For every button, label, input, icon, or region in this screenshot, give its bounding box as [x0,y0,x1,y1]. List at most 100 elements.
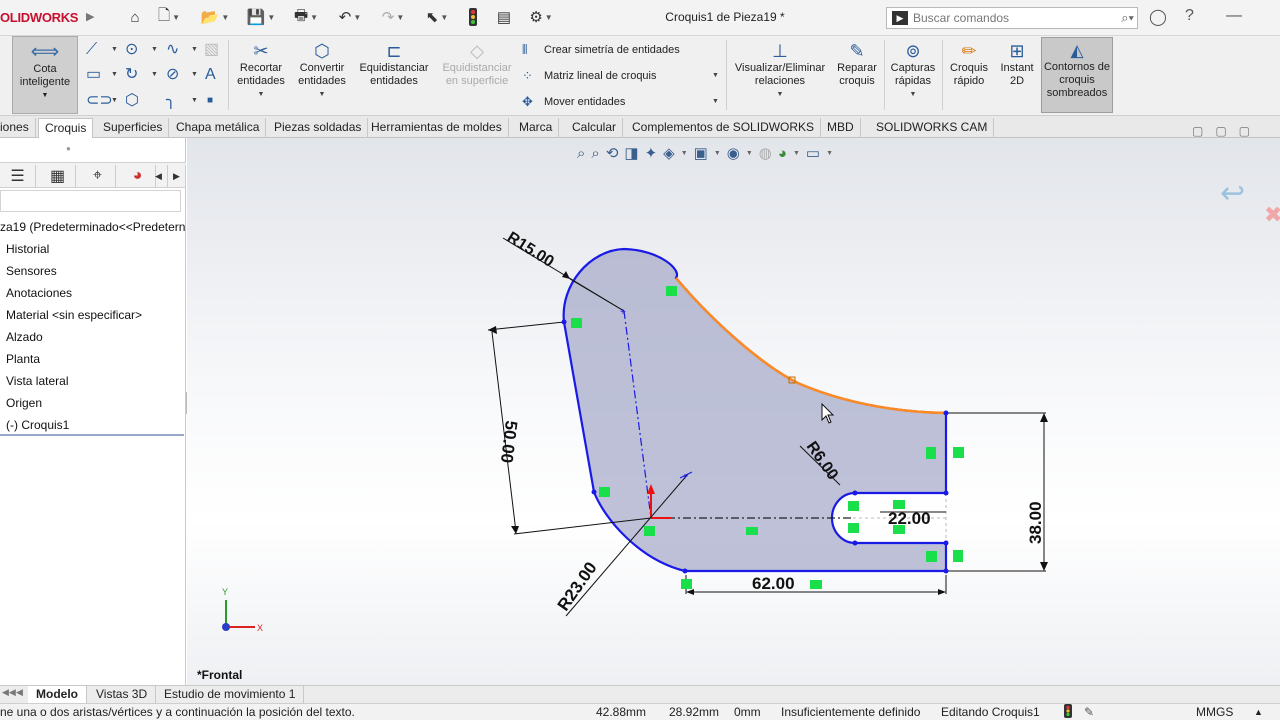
feature-tree-tab-icon[interactable]: ☰ [0,165,36,187]
tree-item-sensores[interactable]: Sensores [6,264,57,278]
redo-icon[interactable]: ↷ ▼ [376,6,410,28]
tree-item-origen[interactable]: Origen [6,396,42,410]
tree-item-vista-lateral[interactable]: Vista lateral [6,374,68,388]
tab-modelo[interactable]: Modelo [28,686,87,703]
tab-piezas-soldadas[interactable]: Piezas soldadas [268,118,369,138]
property-manager-tab-icon[interactable]: ▦ [40,165,76,187]
dynamic-annotation-icon[interactable]: ✦ [645,144,658,162]
user-account-icon[interactable]: ◯ [1149,7,1167,27]
edit-sketch-icon[interactable]: ✎ [1084,704,1094,720]
view-settings-icon[interactable]: ▭ [806,144,820,162]
confirmation-corner-icon[interactable]: ↩ [1220,176,1245,211]
tree-item-historial[interactable]: Historial [6,242,49,256]
chevron-down-icon[interactable]: ▼ [191,97,198,104]
tab-mbd[interactable]: MBD [821,118,861,138]
shaded-sketch-contours-button[interactable]: ◭ Contornos de croquis sombreados [1041,37,1113,113]
unit-system[interactable]: MMGS [1196,704,1233,720]
panel-grip-icon[interactable]: ● [66,144,71,153]
section-view-icon[interactable]: ◨ [624,144,638,162]
command-search[interactable]: ▶ Buscar comandos ⌕▾ [886,7,1138,29]
tree-item-anotaciones[interactable]: Anotaciones [6,286,72,300]
viewport-controls[interactable]: ▢▢▢ [1192,124,1262,138]
tree-root[interactable]: za19 (Predeterminado<<Predetern [0,220,185,234]
apply-scene-icon[interactable]: ◕ [778,145,787,162]
rebuild-status-icon[interactable] [1064,704,1072,720]
chevron-down-icon[interactable]: ▼ [793,150,800,157]
offset-surface-button[interactable]: ◇ Equidistanciar en superficie [438,40,516,88]
chevron-down-icon[interactable]: ▼ [111,71,118,78]
previous-view-icon[interactable]: ⟲ [606,144,619,162]
zoom-to-fit-icon[interactable]: ⌕ [577,145,585,162]
first-tab-icon[interactable]: ◀◀ [2,687,16,698]
point-icon[interactable]: ■ [207,93,213,109]
chevron-down-icon[interactable]: ▼ [712,98,719,105]
dimension-r15[interactable]: R15.00 [504,229,557,271]
sketch-canvas[interactable]: R15.00 50.00 R23.00 R6.00 22.00 38.00 62… [187,138,1280,685]
ellipse-icon[interactable]: ⊘ [166,67,179,83]
chevron-down-icon[interactable]: ▼ [826,150,833,157]
tab-estudio-movimiento[interactable]: Estudio de movimiento 1 [156,686,305,703]
chevron-down-icon[interactable]: ▼ [714,150,721,157]
select-icon[interactable]: ⬉ ▼ [420,6,454,28]
cancel-sketch-icon[interactable]: ✖ [1264,202,1280,228]
tree-item-planta[interactable]: Planta [6,352,40,366]
chevron-down-icon[interactable]: ▼ [13,89,77,102]
surface-spline-icon[interactable]: ▧ [204,42,219,58]
move-entities-button[interactable]: ✥ Mover entidades [522,94,625,110]
arc-icon[interactable]: ↻ [125,67,138,83]
prev-tab-icon[interactable]: ◀ [16,687,23,698]
chevron-down-icon[interactable]: ▼ [294,88,350,101]
mirror-entities-button[interactable]: ⫴ Crear simetría de entidades [522,42,680,58]
chevron-down-icon[interactable]: ▼ [111,97,118,104]
circle-icon[interactable]: ⊙ [125,42,138,58]
smart-dimension-button[interactable]: ⟺ Cota inteligente ▼ [12,36,78,114]
tree-item-croquis1[interactable]: (-) Croquis1 [6,418,69,432]
scroll-left-icon[interactable]: ◀ [150,165,168,187]
view-orientation-icon[interactable]: ◈ [663,144,675,162]
tree-rollback-bar[interactable] [0,434,184,436]
chevron-down-icon[interactable]: ▼ [191,46,198,53]
edit-appearance-icon[interactable]: ◍ [759,144,772,162]
graphics-area[interactable]: R15.00 50.00 R23.00 R6.00 22.00 38.00 62… [187,138,1280,685]
dimension-r23[interactable]: R23.00 [554,558,601,614]
file-properties-icon[interactable]: ▤ [494,6,514,28]
rapid-sketch-button[interactable]: ✏ Croquis rápido [946,40,992,88]
unit-dropdown-icon[interactable]: ▲ [1254,704,1263,720]
tab-croquis[interactable]: Croquis [38,118,94,138]
chevron-down-icon[interactable]: ▼ [191,71,198,78]
chevron-down-icon[interactable]: ▼ [712,72,719,79]
instant2d-button[interactable]: ⊞ Instant 2D [996,40,1038,88]
menu-expand-icon[interactable]: ▶ [86,10,94,23]
search-input[interactable]: Buscar comandos [913,11,1121,25]
dimension-62[interactable]: 62.00 [752,574,795,593]
tree-item-alzado[interactable]: Alzado [6,330,43,344]
tab-chapa-metalica[interactable]: Chapa metálica [170,118,267,138]
minimize-icon[interactable]: — [1226,7,1242,25]
rectangle-icon[interactable]: ▭ [86,67,101,83]
dimension-50[interactable]: 50.00 [497,420,521,465]
magnifier-icon[interactable]: ⌕▾ [1121,10,1134,26]
tab-marca[interactable]: Marca [513,118,560,138]
tab-vistas-3d[interactable]: Vistas 3D [88,686,157,703]
repair-sketch-button[interactable]: ✎ Reparar croquis [834,40,880,88]
tab-calcular[interactable]: Calcular [566,118,624,138]
tab-solidworks-cam[interactable]: SOLIDWORKS CAM [870,118,995,138]
save-icon[interactable]: 💾 ▼ [244,6,278,28]
spline-icon[interactable]: ∿ [166,42,179,58]
open-icon[interactable]: 📂 ▼ [196,6,234,28]
tree-filter-input[interactable] [0,190,181,212]
help-icon[interactable]: ? [1185,7,1194,25]
print-icon[interactable]: 🖶 ▼ [288,6,324,28]
chevron-down-icon[interactable]: ▼ [730,88,830,101]
offset-entities-button[interactable]: ⊏ Equidistanciar entidades [355,40,433,88]
trim-entities-button[interactable]: ✂ Recortar entidades ▼ [233,40,289,101]
tree-item-material[interactable]: Material <sin especificar> [6,308,142,322]
chevron-down-icon[interactable]: ▼ [233,88,289,101]
dimension-38[interactable]: 38.00 [1026,501,1045,544]
convert-entities-button[interactable]: ⬡ Convertir entidades ▼ [294,40,350,101]
chevron-down-icon[interactable]: ▼ [151,46,158,53]
home-icon[interactable]: ⌂ [124,6,146,28]
undo-icon[interactable]: ↶ ▼ [332,6,368,28]
linear-pattern-button[interactable]: ⁘ Matriz lineal de croquis [522,68,657,84]
fillet-icon[interactable]: ╮ [166,93,176,109]
